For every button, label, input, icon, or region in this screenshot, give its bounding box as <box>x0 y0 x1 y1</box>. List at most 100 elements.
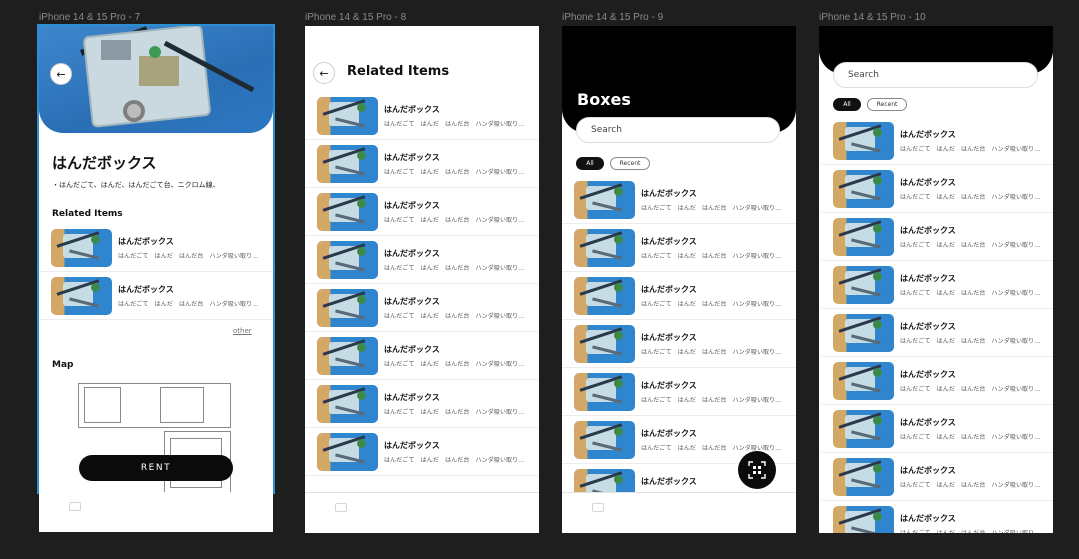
item-tags: はんだごて はんだ はんだ台 ハンダ吸い取り... <box>900 193 1041 201</box>
list-item[interactable]: はんだボックスはんだごて はんだ はんだ台 ハンダ吸い取り... <box>562 320 796 368</box>
list-item[interactable]: はんだボックスはんだごて はんだ はんだ台 ハンダ吸い取り... <box>305 428 539 476</box>
list-item[interactable]: はんだボックスはんだごて はんだ はんだ台 ハンダ吸い取り... <box>821 117 1053 165</box>
item-thumbnail <box>833 409 894 448</box>
list-item[interactable]: はんだボックスはんだごて はんだ はんだ台 ハンダ吸い取り... <box>821 453 1053 501</box>
item-tags: はんだごて はんだ はんだ台 ハンダ吸い取り... <box>641 204 782 212</box>
item-thumbnail <box>833 217 894 256</box>
item-thumbnail <box>833 121 894 160</box>
filter-all[interactable]: All <box>576 157 604 170</box>
item-title: はんだボックス <box>52 154 157 172</box>
search-input[interactable]: Search <box>576 117 780 143</box>
item-name: はんだボックス <box>641 332 697 342</box>
item-name: はんだボックス <box>641 380 697 390</box>
frame-title: iPhone 14 & 15 Pro - 7 <box>39 12 141 23</box>
item-thumbnail <box>833 361 894 400</box>
frame-related-items: ← Related Items はんだボックス はんだごて はんだ はんだ台 ハン… <box>305 26 539 533</box>
item-thumbnail <box>51 228 112 267</box>
item-name: はんだボックス <box>900 177 956 187</box>
item-tags: はんだごて はんだ はんだ台 ハンダ吸い取り... <box>384 264 525 272</box>
item-name: はんだボックス <box>641 428 697 438</box>
list-item[interactable]: はんだボックスはんだごて はんだ はんだ台 ハンダ吸い取り... <box>821 261 1053 309</box>
item-tags: はんだごて はんだ はんだ台 ハンダ吸い取り... <box>641 396 782 404</box>
hero-image <box>39 26 273 133</box>
item-name: はんだボックス <box>384 152 440 162</box>
list-item[interactable]: はんだボックスはんだごて はんだ はんだ台 ハンダ吸い取り... <box>821 165 1053 213</box>
item-thumbnail <box>317 432 378 471</box>
item-thumbnail <box>51 276 112 315</box>
list-item[interactable]: はんだボックスはんだごて はんだ はんだ台 ハンダ吸い取り... <box>39 224 273 272</box>
item-name: はんだボックス <box>900 513 956 523</box>
item-tags: はんだごて はんだ はんだ台 ハンダ吸い取り... <box>900 529 1041 534</box>
list-item[interactable]: はんだボックスはんだごて はんだ はんだ台 ハンダ吸い取り... <box>562 176 796 224</box>
item-tags: はんだごて はんだ はんだ台 ハンダ吸い取り... <box>900 337 1041 345</box>
item-thumbnail <box>317 240 378 279</box>
list-item[interactable]: はんだボックスはんだごて はんだ はんだ台 ハンダ吸い取り... <box>305 380 539 428</box>
list-item[interactable]: はんだボックスはんだごて はんだ はんだ台 ハンダ吸い取り... <box>305 92 539 140</box>
frame-item-detail[interactable]: ← はんだボックス ・はんだごて、はんだ、はんだごて台、ニクロム線、 Relat… <box>37 24 275 494</box>
list-item[interactable]: はんだボックスはんだごて はんだ はんだ台 ハンダ吸い取り... <box>821 405 1053 453</box>
frame-boxes-scrolled: Search All Recent はんだボックスはんだごて はんだ はんだ台 … <box>819 26 1053 533</box>
item-tags: はんだごて はんだ はんだ台 ハンダ吸い取り... <box>900 241 1041 249</box>
item-thumbnail <box>574 228 635 267</box>
filter-all[interactable]: All <box>833 98 861 111</box>
item-tags: はんだごて はんだ はんだ台 ハンダ吸い取り... <box>384 408 525 416</box>
frame-title: iPhone 14 & 15 Pro - 10 <box>819 12 926 23</box>
item-thumbnail <box>317 336 378 375</box>
frame-boxes: Boxes Search All Recent はんだボックス はんだごて はんだ… <box>562 26 796 533</box>
list-item[interactable]: はんだボックスはんだごて はんだ はんだ台 ハンダ吸い取り... <box>821 357 1053 405</box>
back-arrow-icon: ← <box>319 66 329 80</box>
list-item[interactable]: はんだボックスはんだごて はんだ はんだ台 ハンダ吸い取り... <box>305 140 539 188</box>
search-input[interactable]: Search <box>833 62 1038 88</box>
list-item[interactable]: はんだボックスはんだごて はんだ はんだ台 ハンダ吸い取り... <box>562 368 796 416</box>
related-heading: Related Items <box>52 209 123 219</box>
item-name: はんだボックス <box>641 188 697 198</box>
list-item[interactable]: はんだボックスはんだごて はんだ はんだ台 ハンダ吸い取り... <box>562 224 796 272</box>
list-item[interactable]: はんだボックスはんだごて はんだ はんだ台 ハンダ吸い取り... <box>39 272 273 320</box>
rent-button[interactable]: RENT <box>79 455 233 481</box>
back-button[interactable]: ← <box>50 63 72 85</box>
frame-title: iPhone 14 & 15 Pro - 8 <box>305 12 407 23</box>
item-name: はんだボックス <box>118 284 174 294</box>
item-thumbnail <box>833 505 894 533</box>
related-list: はんだボックス はんだごて はんだ はんだ台 ハンダ吸い取り... はんだボックスは… <box>305 92 539 476</box>
camera-icon[interactable] <box>335 503 347 512</box>
filter-chips: All Recent <box>833 98 907 111</box>
item-name: はんだボックス <box>900 321 956 331</box>
item-thumbnail <box>833 265 894 304</box>
list-item[interactable]: はんだボックスはんだごて はんだ はんだ台 ハンダ吸い取り... <box>305 284 539 332</box>
item-name: はんだボックス <box>641 284 697 294</box>
item-tags: はんだごて はんだ はんだ台 ハンダ吸い取り... <box>118 300 259 308</box>
item-name: はんだボックス <box>900 369 956 379</box>
item-thumbnail <box>317 144 378 183</box>
list-item[interactable]: はんだボックスはんだごて はんだ はんだ台 ハンダ吸い取り... <box>305 236 539 284</box>
filter-recent[interactable]: Recent <box>867 98 907 111</box>
back-button[interactable]: ← <box>313 62 335 84</box>
item-tags: はんだごて はんだ はんだ台 ハンダ吸い取り... <box>900 433 1041 441</box>
filter-recent[interactable]: Recent <box>610 157 650 170</box>
other-link[interactable]: other <box>233 327 252 335</box>
back-arrow-icon: ← <box>56 67 66 81</box>
item-thumbnail <box>574 180 635 219</box>
item-tags: はんだごて はんだ はんだ台 ハンダ吸い取り... <box>384 168 525 176</box>
list-item[interactable]: はんだボックスはんだごて はんだ はんだ台 ハンダ吸い取り... <box>305 332 539 380</box>
frame-title: iPhone 14 & 15 Pro - 9 <box>562 12 664 23</box>
item-name: はんだボックス <box>384 248 440 258</box>
item-thumbnail <box>574 372 635 411</box>
camera-icon[interactable] <box>592 503 604 512</box>
list-item[interactable]: はんだボックスはんだごて はんだ はんだ台 ハンダ吸い取り... <box>821 501 1053 533</box>
list-item[interactable]: はんだボックスはんだごて はんだ はんだ台 ハンダ吸い取り... <box>821 213 1053 261</box>
tab-bar <box>39 492 273 532</box>
qr-scan-icon <box>748 461 766 479</box>
list-item[interactable]: はんだボックスはんだごて はんだ はんだ台 ハンダ吸い取り... <box>562 272 796 320</box>
item-thumbnail <box>317 384 378 423</box>
qr-scan-button[interactable] <box>738 451 776 489</box>
list-item[interactable]: はんだボックスはんだごて はんだ はんだ台 ハンダ吸い取り... <box>821 309 1053 357</box>
item-name: はんだボックス <box>384 392 440 402</box>
camera-icon[interactable] <box>69 502 81 511</box>
item-thumbnail <box>833 457 894 496</box>
item-description: ・はんだごて、はんだ、はんだごて台、ニクロム線、 <box>52 181 220 189</box>
list-item[interactable]: はんだボックスはんだごて はんだ はんだ台 ハンダ吸い取り... <box>305 188 539 236</box>
item-thumbnail <box>574 276 635 315</box>
item-tags: はんだごて はんだ はんだ台 ハンダ吸い取り... <box>384 216 525 224</box>
item-thumbnail <box>574 420 635 459</box>
